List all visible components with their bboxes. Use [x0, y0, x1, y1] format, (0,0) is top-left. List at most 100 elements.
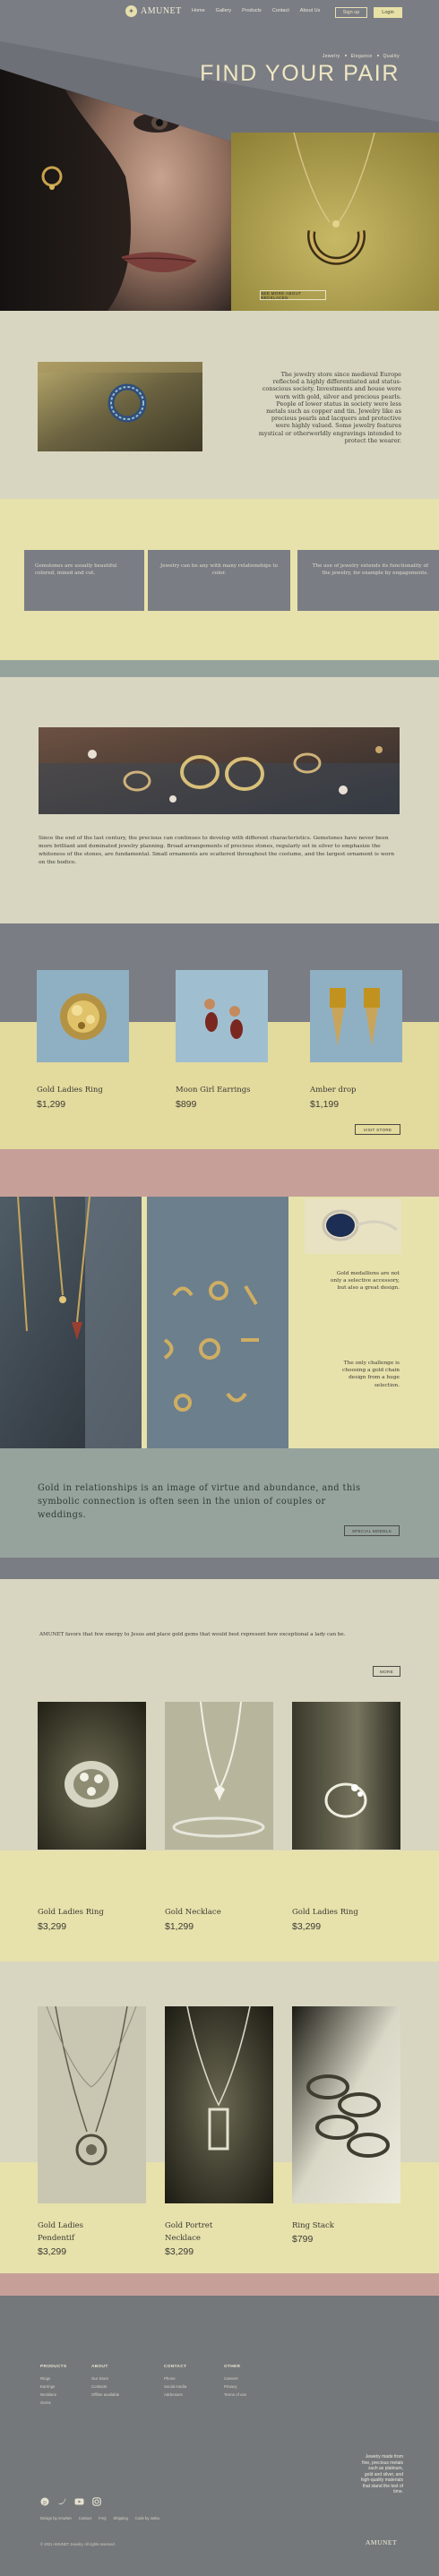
gallery-text: The only challenge is choosing a gold ch…: [341, 1361, 400, 1388]
footer-link[interactable]: Phone: [164, 2374, 186, 2383]
footer-link[interactable]: Shipping: [114, 2516, 128, 2520]
footer-link[interactable]: Addresses: [164, 2391, 186, 2399]
hero-subtitle: Jewelry Elegance Quality: [323, 54, 400, 59]
footer-link[interactable]: Contacts: [91, 2383, 119, 2391]
visit-store-button[interactable]: VISIT STORE: [355, 1124, 400, 1135]
footer-col-title: ABOUT: [91, 2365, 108, 2369]
more-button[interactable]: MORE: [373, 1666, 400, 1677]
product-price: $3,299: [38, 2246, 67, 2257]
twitter-icon[interactable]: [57, 2497, 66, 2506]
youtube-icon[interactable]: [74, 2497, 84, 2506]
footer-bottom-links: Design by AmuNet Contact FAQ Shipping Co…: [40, 2516, 159, 2520]
signup-button[interactable]: Sign up: [335, 7, 367, 18]
divider-band: [0, 2273, 439, 2296]
footer-link[interactable]: Our Store: [91, 2374, 119, 2383]
footer-col-about: ABOUT Our Store Contacts Offline availab…: [91, 2365, 119, 2399]
product-price: $3,299: [165, 2246, 194, 2257]
pinterest-icon[interactable]: p: [40, 2497, 49, 2506]
footer-col-other: OTHER Careers Privacy Terms of use: [224, 2365, 246, 2399]
product-image: [37, 970, 129, 1062]
product-price: $3,299: [38, 1921, 67, 1932]
social-links: p: [40, 2497, 101, 2506]
nav-products[interactable]: Products: [242, 8, 262, 13]
nav-about[interactable]: About Us: [300, 8, 321, 13]
bullet-separator: [376, 55, 379, 56]
feature-text: The use of jewelry extends its functiona…: [312, 563, 428, 576]
footer-link[interactable]: Necklace: [40, 2391, 66, 2399]
product-name[interactable]: Moon Girl Earrings: [176, 1086, 251, 1095]
logo-icon: ✦: [125, 5, 137, 17]
rings-table-photo: [39, 727, 400, 814]
product-name[interactable]: Gold Necklace: [165, 1908, 221, 1917]
hero-subtitle-part: Jewelry: [322, 54, 340, 59]
nav-home[interactable]: Home: [192, 8, 205, 13]
svg-text:p: p: [43, 2500, 47, 2506]
footer-link[interactable]: Code by Jurka: [135, 2516, 159, 2520]
copyright: © 2021 AMUNET Jewelry. All rights reserv…: [40, 2542, 116, 2546]
footer-link[interactable]: FAQ: [99, 2516, 106, 2520]
product-name-line2[interactable]: Necklace: [165, 2234, 201, 2243]
footer-link[interactable]: Terms of use: [224, 2391, 246, 2399]
bullet-separator: [344, 55, 347, 56]
product-name[interactable]: Gold Ladies Ring: [37, 1086, 103, 1095]
product-image: [165, 1702, 273, 1850]
product-name[interactable]: Gold Ladies Ring: [292, 1908, 358, 1917]
history-text: Since the end of the last century, the p…: [39, 836, 395, 865]
hero-cta-button[interactable]: SEE MORE ABOUT NECKLACES: [260, 290, 326, 300]
product-image: [38, 1702, 146, 1850]
gallery-photo-letters: [147, 1197, 288, 1448]
footer-link[interactable]: Offline available: [91, 2391, 119, 2399]
footer-link[interactable]: Earrings: [40, 2383, 66, 2391]
footer-col-products: PRODUCTS Rings Earrings Necklace Gems: [40, 2365, 66, 2407]
product-price: $799: [292, 2234, 314, 2245]
about-text: The jewelry store since medieval Europe …: [258, 371, 401, 444]
feature-card: Gemstones are usually beautiful colored,…: [24, 550, 144, 611]
product-price: $899: [176, 1099, 197, 1110]
footer-col-title: OTHER: [224, 2365, 241, 2369]
nav-contact[interactable]: Contact: [272, 8, 289, 13]
product-name[interactable]: Gold Ladies Ring: [38, 1908, 104, 1917]
feature-text: Jewelry can be any with many relationshi…: [159, 563, 279, 576]
instagram-icon[interactable]: [92, 2497, 101, 2506]
quote-text: Gold in relationships is an image of vir…: [38, 1483, 361, 1520]
products-b-band: [0, 1850, 439, 1962]
product-image: [38, 2006, 146, 2203]
product-name[interactable]: Ring Stack: [292, 2221, 334, 2230]
footer-col-contact: CONTACT Phone Social media Addresses: [164, 2365, 186, 2399]
divider-band: [0, 1558, 439, 1579]
feature-card: The use of jewelry extends its functiona…: [297, 550, 439, 611]
product-price: $1,299: [165, 1921, 194, 1932]
product-price: $1,199: [310, 1099, 340, 1110]
nav-gallery[interactable]: Gallery: [216, 8, 231, 13]
footer-link[interactable]: Gems: [40, 2399, 66, 2407]
feature-card: Jewelry can be any with many relationshi…: [148, 550, 290, 611]
footer-link[interactable]: Careers: [224, 2374, 246, 2383]
footer-link[interactable]: Social media: [164, 2383, 186, 2391]
brand-name: AMUNET: [141, 6, 182, 16]
divider-band: [0, 1149, 439, 1197]
product-image: [292, 2006, 400, 2203]
brand-logo[interactable]: ✦ AMUNET: [125, 5, 182, 17]
product-name[interactable]: Gold Portret: [165, 2221, 212, 2230]
ring-photo: [38, 362, 202, 451]
gallery-text: Gold medallions are not only a selective…: [330, 1271, 400, 1292]
product-image: [165, 2006, 273, 2203]
footer-link[interactable]: Design by AmuNet: [40, 2516, 72, 2520]
footer-link[interactable]: Contact: [79, 2516, 91, 2520]
divider-band: [0, 660, 439, 677]
product-name-line2[interactable]: Pendentif: [38, 2234, 74, 2243]
product-name[interactable]: Amber drop: [310, 1086, 357, 1095]
login-button[interactable]: Login: [374, 7, 402, 18]
product-price: $3,299: [292, 1921, 322, 1932]
product-price: $1,299: [37, 1099, 66, 1110]
product-image: [292, 1702, 400, 1850]
feature-text: Gemstones are usually beautiful colored,…: [35, 563, 117, 576]
footer-col-title: PRODUCTS: [40, 2365, 67, 2369]
product-name[interactable]: Gold Ladies: [38, 2221, 83, 2230]
footer-link[interactable]: Rings: [40, 2374, 66, 2383]
special-models-button[interactable]: SPECIAL MODELS: [344, 1525, 400, 1536]
hero-necklace-photo: [231, 133, 439, 311]
footer-col-title: CONTACT: [164, 2365, 187, 2369]
footer-tagline: Jewelry made from fine, precious metals …: [360, 2454, 403, 2494]
footer-link[interactable]: Privacy: [224, 2383, 246, 2391]
